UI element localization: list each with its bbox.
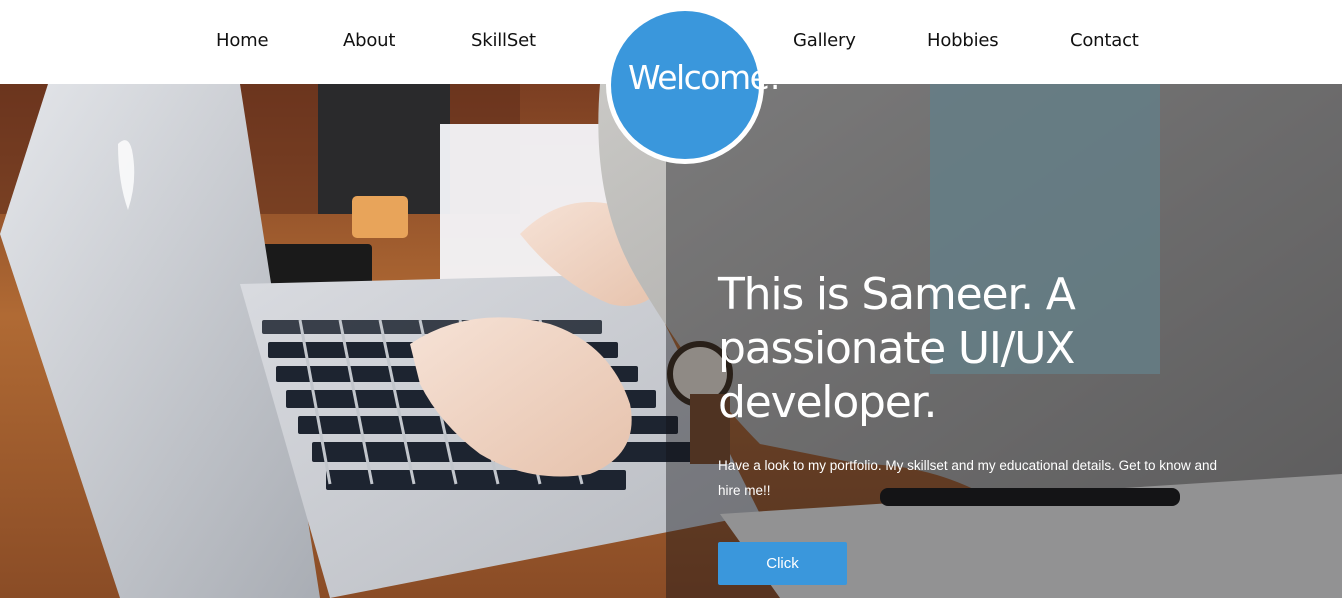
welcome-label: Welcome! [628,58,782,97]
click-button[interactable]: Click [718,542,847,585]
nav-link-skillset[interactable]: SkillSet [471,30,536,51]
nav-link-about[interactable]: About [343,30,395,51]
hero-headline: This is Sameer. A passionate UI/UX devel… [718,269,1076,428]
nav-link-contact[interactable]: Contact [1070,30,1139,51]
nav-link-home[interactable]: Home [216,30,269,51]
hero-subtext: Have a look to my portfolio. My skillset… [718,458,1217,498]
nav-link-hobbies[interactable]: Hobbies [927,30,999,51]
nav-link-gallery[interactable]: Gallery [793,30,856,51]
